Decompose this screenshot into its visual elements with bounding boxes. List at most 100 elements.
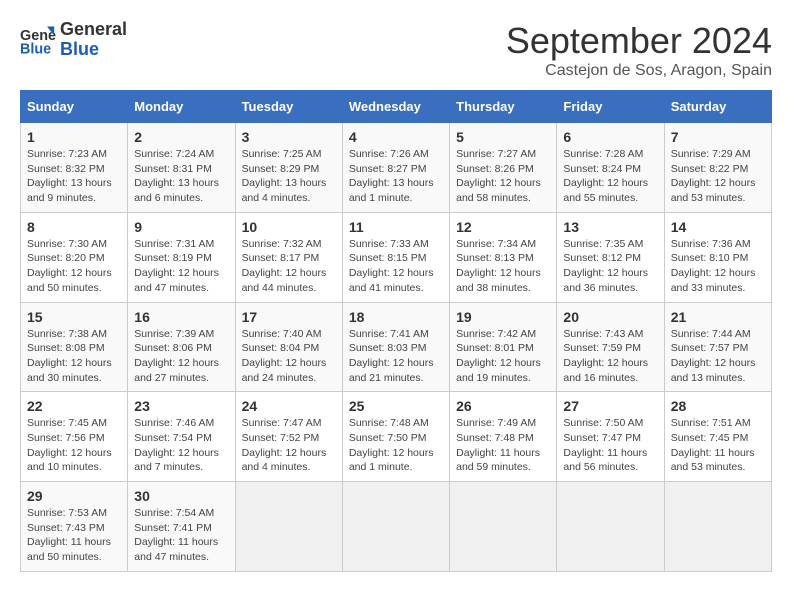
table-row: 8 Sunrise: 7:30 AMSunset: 8:20 PMDaylight… xyxy=(21,212,128,302)
day-info: Sunrise: 7:28 AMSunset: 8:24 PMDaylight:… xyxy=(563,147,657,206)
table-row xyxy=(342,482,449,572)
day-info: Sunrise: 7:26 AMSunset: 8:27 PMDaylight:… xyxy=(349,147,443,206)
table-row xyxy=(557,482,664,572)
table-row: 22 Sunrise: 7:45 AMSunset: 7:56 PMDayligh… xyxy=(21,392,128,482)
table-row: 2 Sunrise: 7:24 AMSunset: 8:31 PMDaylight… xyxy=(128,123,235,213)
col-thursday: Thursday xyxy=(450,91,557,123)
title-area: September 2024 Castejon de Sos, Aragon, … xyxy=(506,20,772,80)
day-info: Sunrise: 7:45 AMSunset: 7:56 PMDaylight:… xyxy=(27,416,121,475)
col-sunday: Sunday xyxy=(21,91,128,123)
logo-text: GeneralBlue xyxy=(60,20,127,60)
day-number: 2 xyxy=(134,129,228,145)
day-number: 15 xyxy=(27,309,121,325)
table-row: 23 Sunrise: 7:46 AMSunset: 7:54 PMDayligh… xyxy=(128,392,235,482)
table-row: 16 Sunrise: 7:39 AMSunset: 8:06 PMDayligh… xyxy=(128,302,235,392)
day-info: Sunrise: 7:43 AMSunset: 7:59 PMDaylight:… xyxy=(563,327,657,386)
day-info: Sunrise: 7:33 AMSunset: 8:15 PMDaylight:… xyxy=(349,237,443,296)
table-row: 5 Sunrise: 7:27 AMSunset: 8:26 PMDaylight… xyxy=(450,123,557,213)
day-number: 27 xyxy=(563,398,657,414)
calendar-week-row: 8 Sunrise: 7:30 AMSunset: 8:20 PMDaylight… xyxy=(21,212,772,302)
calendar-table: Sunday Monday Tuesday Wednesday Thursday… xyxy=(20,90,772,572)
table-row: 9Sunrise: 7:31 AMSunset: 8:19 PMDaylight… xyxy=(128,212,235,302)
table-row: 17 Sunrise: 7:40 AMSunset: 8:04 PMDayligh… xyxy=(235,302,342,392)
day-info: Sunrise: 7:24 AMSunset: 8:31 PMDaylight:… xyxy=(134,147,228,206)
day-info: Sunrise: 7:39 AMSunset: 8:06 PMDaylight:… xyxy=(134,327,228,386)
day-number: 24 xyxy=(242,398,336,414)
day-number: 19 xyxy=(456,309,550,325)
day-number: 20 xyxy=(563,309,657,325)
day-number: 5 xyxy=(456,129,550,145)
table-row: 30 Sunrise: 7:54 AMSunset: 7:41 PMDayligh… xyxy=(128,482,235,572)
table-row: 14Sunrise: 7:36 AMSunset: 8:10 PMDayligh… xyxy=(664,212,771,302)
day-number: 12 xyxy=(456,219,550,235)
table-row: 4 Sunrise: 7:26 AMSunset: 8:27 PMDaylight… xyxy=(342,123,449,213)
table-row: 13Sunrise: 7:35 AMSunset: 8:12 PMDayligh… xyxy=(557,212,664,302)
col-wednesday: Wednesday xyxy=(342,91,449,123)
day-info: Sunrise: 7:53 AMSunset: 7:43 PMDaylight:… xyxy=(27,506,121,565)
day-number: 11 xyxy=(349,219,443,235)
calendar-week-row: 22 Sunrise: 7:45 AMSunset: 7:56 PMDayligh… xyxy=(21,392,772,482)
day-number: 25 xyxy=(349,398,443,414)
day-number: 6 xyxy=(563,129,657,145)
day-number: 3 xyxy=(242,129,336,145)
calendar-header-row: Sunday Monday Tuesday Wednesday Thursday… xyxy=(21,91,772,123)
day-info: Sunrise: 7:40 AMSunset: 8:04 PMDaylight:… xyxy=(242,327,336,386)
table-row: 19Sunrise: 7:42 AMSunset: 8:01 PMDayligh… xyxy=(450,302,557,392)
table-row: 25 Sunrise: 7:48 AMSunset: 7:50 PMDayligh… xyxy=(342,392,449,482)
day-number: 1 xyxy=(27,129,121,145)
day-number: 8 xyxy=(27,219,121,235)
day-number: 23 xyxy=(134,398,228,414)
day-info: Sunrise: 7:27 AMSunset: 8:26 PMDaylight:… xyxy=(456,147,550,206)
day-number: 10 xyxy=(242,219,336,235)
day-info: Sunrise: 7:30 AMSunset: 8:20 PMDaylight:… xyxy=(27,237,121,296)
day-info: Sunrise: 7:29 AMSunset: 8:22 PMDaylight:… xyxy=(671,147,765,206)
day-number: 30 xyxy=(134,488,228,504)
day-info: Sunrise: 7:46 AMSunset: 7:54 PMDaylight:… xyxy=(134,416,228,475)
table-row xyxy=(450,482,557,572)
calendar-week-row: 15Sunrise: 7:38 AMSunset: 8:08 PMDayligh… xyxy=(21,302,772,392)
col-tuesday: Tuesday xyxy=(235,91,342,123)
day-info: Sunrise: 7:41 AMSunset: 8:03 PMDaylight:… xyxy=(349,327,443,386)
day-number: 17 xyxy=(242,309,336,325)
table-row xyxy=(664,482,771,572)
day-number: 18 xyxy=(349,309,443,325)
calendar-week-row: 29 Sunrise: 7:53 AMSunset: 7:43 PMDayligh… xyxy=(21,482,772,572)
day-number: 28 xyxy=(671,398,765,414)
day-info: Sunrise: 7:25 AMSunset: 8:29 PMDaylight:… xyxy=(242,147,336,206)
table-row: 12 Sunrise: 7:34 AMSunset: 8:13 PMDayligh… xyxy=(450,212,557,302)
table-row: 18 Sunrise: 7:41 AMSunset: 8:03 PMDayligh… xyxy=(342,302,449,392)
col-monday: Monday xyxy=(128,91,235,123)
day-info: Sunrise: 7:51 AMSunset: 7:45 PMDaylight:… xyxy=(671,416,765,475)
day-number: 29 xyxy=(27,488,121,504)
table-row: 24Sunrise: 7:47 AMSunset: 7:52 PMDayligh… xyxy=(235,392,342,482)
day-info: Sunrise: 7:49 AMSunset: 7:48 PMDaylight:… xyxy=(456,416,550,475)
col-friday: Friday xyxy=(557,91,664,123)
day-info: Sunrise: 7:34 AMSunset: 8:13 PMDaylight:… xyxy=(456,237,550,296)
table-row: 29 Sunrise: 7:53 AMSunset: 7:43 PMDayligh… xyxy=(21,482,128,572)
day-info: Sunrise: 7:35 AMSunset: 8:12 PMDaylight:… xyxy=(563,237,657,296)
day-number: 22 xyxy=(27,398,121,414)
day-info: Sunrise: 7:54 AMSunset: 7:41 PMDaylight:… xyxy=(134,506,228,565)
table-row: 27Sunrise: 7:50 AMSunset: 7:47 PMDayligh… xyxy=(557,392,664,482)
page-container: General Blue GeneralBlue September 2024 … xyxy=(20,20,772,572)
location-title: Castejon de Sos, Aragon, Spain xyxy=(506,62,772,80)
day-info: Sunrise: 7:48 AMSunset: 7:50 PMDaylight:… xyxy=(349,416,443,475)
day-number: 16 xyxy=(134,309,228,325)
table-row: 1 Sunrise: 7:23 AMSunset: 8:32 PMDaylight… xyxy=(21,123,128,213)
logo: General Blue GeneralBlue xyxy=(20,20,127,60)
calendar-week-row: 1 Sunrise: 7:23 AMSunset: 8:32 PMDaylight… xyxy=(21,123,772,213)
day-info: Sunrise: 7:44 AMSunset: 7:57 PMDaylight:… xyxy=(671,327,765,386)
col-saturday: Saturday xyxy=(664,91,771,123)
month-title: September 2024 xyxy=(506,20,772,62)
table-row: 10 Sunrise: 7:32 AMSunset: 8:17 PMDayligh… xyxy=(235,212,342,302)
day-number: 4 xyxy=(349,129,443,145)
table-row: 26Sunrise: 7:49 AMSunset: 7:48 PMDayligh… xyxy=(450,392,557,482)
table-row xyxy=(235,482,342,572)
day-info: Sunrise: 7:23 AMSunset: 8:32 PMDaylight:… xyxy=(27,147,121,206)
day-info: Sunrise: 7:31 AMSunset: 8:19 PMDaylight:… xyxy=(134,237,228,296)
table-row: 3 Sunrise: 7:25 AMSunset: 8:29 PMDaylight… xyxy=(235,123,342,213)
table-row: 6 Sunrise: 7:28 AMSunset: 8:24 PMDaylight… xyxy=(557,123,664,213)
table-row: 20 Sunrise: 7:43 AMSunset: 7:59 PMDayligh… xyxy=(557,302,664,392)
day-info: Sunrise: 7:32 AMSunset: 8:17 PMDaylight:… xyxy=(242,237,336,296)
table-row: 11 Sunrise: 7:33 AMSunset: 8:15 PMDayligh… xyxy=(342,212,449,302)
